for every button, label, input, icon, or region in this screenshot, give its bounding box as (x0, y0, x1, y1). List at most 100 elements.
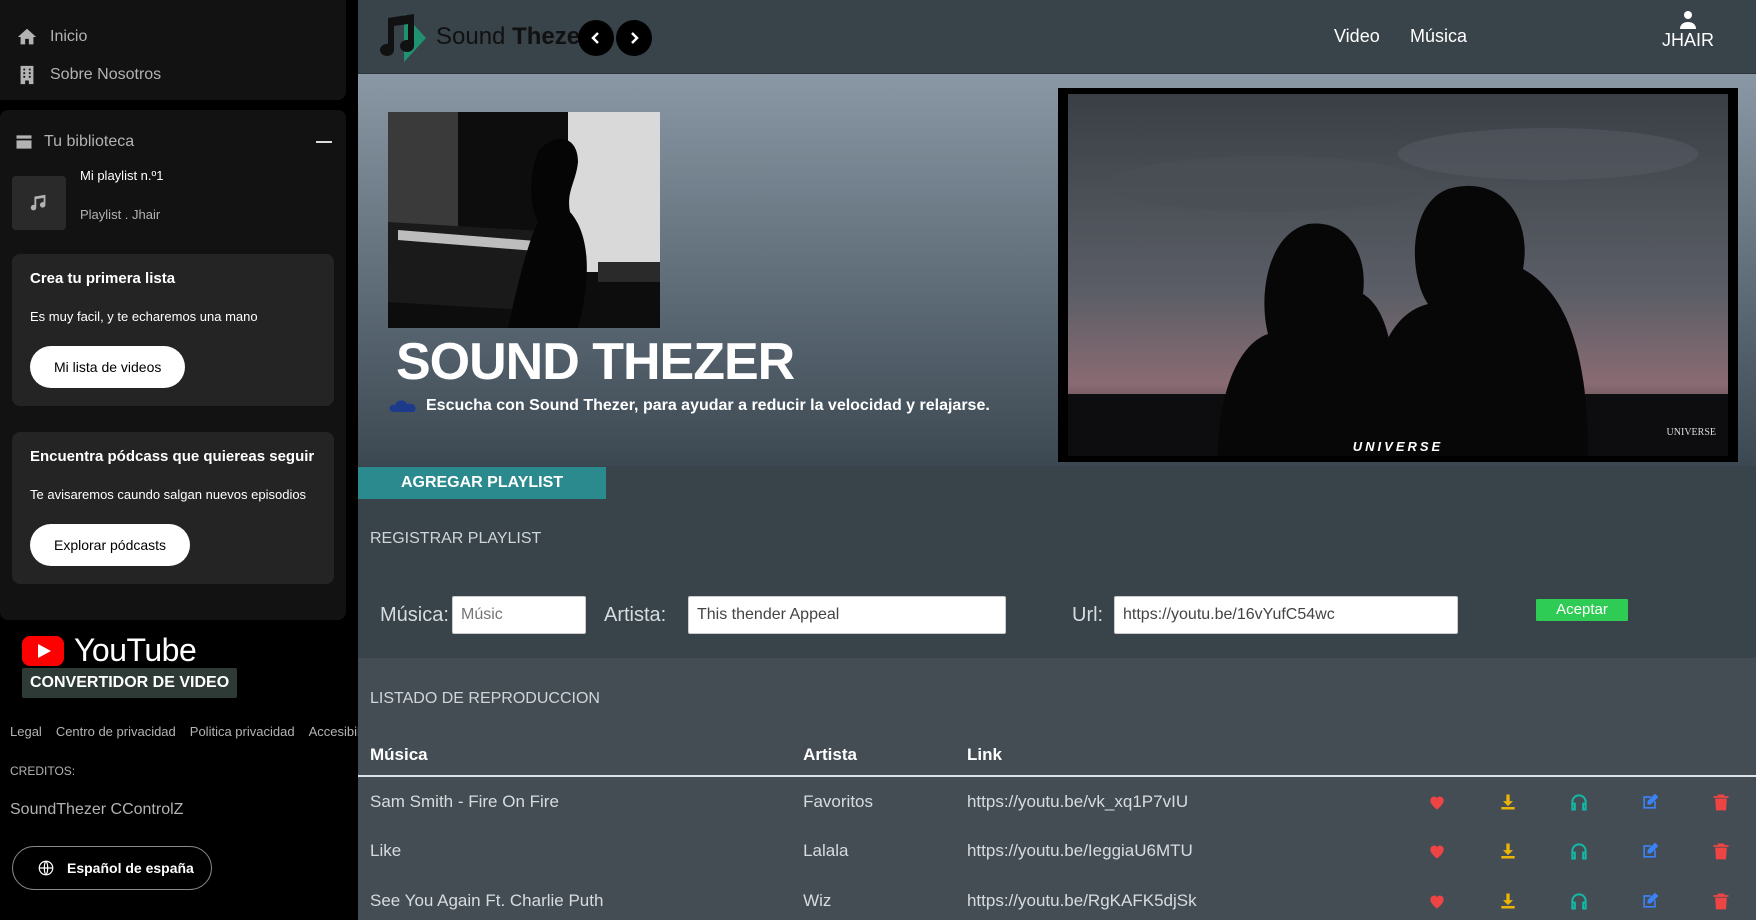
headphones-action[interactable] (1544, 826, 1615, 876)
nav-video-link[interactable]: Video (1334, 26, 1380, 47)
my-video-list-button[interactable]: Mi lista de videos (30, 346, 186, 388)
cell-link[interactable]: https://youtu.be/RgKAFK5djSk (967, 876, 1402, 920)
headphones-icon[interactable] (1569, 841, 1589, 861)
nav-item-sobre-nosotros[interactable]: Sobre Nosotros (0, 56, 346, 94)
download-icon[interactable] (1498, 792, 1518, 812)
privacy-policy-link[interactable]: Politica privacidad (190, 724, 295, 739)
music-logo-icon (380, 14, 426, 62)
heart-action[interactable] (1402, 876, 1473, 920)
chevron-right-icon (631, 32, 639, 44)
music-label: Música: (380, 604, 449, 626)
edit-action[interactable] (1614, 876, 1685, 920)
heart-action[interactable] (1402, 826, 1473, 876)
edit-icon[interactable] (1640, 792, 1660, 812)
artist-input[interactable] (688, 596, 1006, 634)
playlist-rows: Sam Smith - Fire On Fire Favoritos https:/… (358, 776, 1756, 920)
register-title: REGISTRAR PLAYLIST (370, 530, 542, 547)
download-action[interactable] (1473, 776, 1544, 826)
hero-subtitle-text: Escucha con Sound Thezer, para ayudar a … (426, 397, 990, 414)
edit-action[interactable] (1614, 826, 1685, 876)
heart-icon[interactable] (1427, 841, 1447, 861)
playlist-table: Música Artista Link Sam Smith - Fire On … (358, 734, 1756, 920)
cell-artist: Favoritos (803, 791, 874, 811)
download-icon[interactable] (1498, 841, 1518, 861)
video-player[interactable]: UNIVERSE UNIVERSE (1058, 88, 1738, 462)
video-converter-button[interactable]: CONVERTIDOR DE VIDEO (22, 668, 238, 698)
card-title: Crea tu primera lista (30, 270, 176, 287)
music-input[interactable] (452, 596, 586, 634)
table-row: Like Lalala https://youtu.be/IeggiaU6MTU (358, 826, 1756, 876)
trash-action[interactable] (1685, 876, 1756, 920)
list-title: LISTADO DE REPRODUCCION (370, 690, 600, 707)
nav-music-link[interactable]: Música (1410, 26, 1467, 47)
chevron-left-icon (591, 32, 599, 44)
hero-subtitle: Escucha con Sound Thezer, para ayudar a … (388, 396, 990, 416)
accessibility-link[interactable]: Accesibil (309, 724, 358, 739)
url-label: Url: (1072, 604, 1104, 626)
edit-icon[interactable] (1640, 841, 1660, 861)
privacy-center-link[interactable]: Centro de privacidad (56, 724, 176, 739)
url-input[interactable] (1114, 596, 1458, 634)
video-watermark: UNIVERSE (1666, 427, 1716, 438)
sidebar: Inicio Sobre Nosotros Tu biblioteca Mi p… (0, 0, 358, 920)
edit-action[interactable] (1614, 776, 1685, 826)
accept-button[interactable]: Aceptar (1536, 599, 1628, 621)
add-playlist-button[interactable]: AGREGAR PLAYLIST (358, 467, 606, 499)
artist-label: Artista: (604, 604, 667, 626)
trash-icon[interactable] (1711, 891, 1731, 911)
create-list-card: Crea tu primera lista Es muy facil, y te… (12, 254, 334, 406)
library-header[interactable]: Tu biblioteca (14, 132, 332, 152)
nav-item-inicio[interactable]: Inicio (0, 18, 346, 56)
globe-icon (38, 860, 54, 876)
cell-music: Sam Smith - Fire On Fire (370, 791, 559, 811)
heart-action[interactable] (1402, 776, 1473, 826)
collapse-icon[interactable] (316, 141, 332, 143)
playlist-name[interactable]: Mi playlist n.º1 (80, 168, 164, 183)
trash-action[interactable] (1685, 826, 1756, 876)
language-label: Español de españa (67, 860, 194, 876)
cell-link[interactable]: https://youtu.be/IeggiaU6MTU (967, 826, 1402, 876)
cell-link[interactable]: https://youtu.be/vk_xq1P7vIU (967, 776, 1402, 826)
credits-label: CREDITOS: (10, 764, 76, 778)
playlist-thumbnail[interactable] (12, 176, 66, 230)
sidebar-nav: Inicio Sobre Nosotros (0, 0, 346, 100)
trash-icon[interactable] (1711, 841, 1731, 861)
brand[interactable]: Sound Thezer (374, 10, 589, 64)
cell-music: See You Again Ft. Charlie Puth (370, 891, 604, 910)
headphones-icon[interactable] (1569, 792, 1589, 812)
download-action[interactable] (1473, 876, 1544, 920)
headphones-icon[interactable] (1569, 891, 1589, 911)
youtube-play-icon (22, 635, 64, 666)
download-action[interactable] (1473, 826, 1544, 876)
card-text: Te avisaremos caundo salgan nuevos episo… (30, 487, 307, 502)
heart-icon[interactable] (1427, 792, 1447, 812)
edit-icon[interactable] (1640, 891, 1660, 911)
nav-item-label: Sobre Nosotros (50, 66, 162, 83)
brand-part1: Sound (436, 23, 506, 50)
language-button[interactable]: Español de españa (12, 846, 212, 890)
cell-artist: Lalala (803, 841, 849, 860)
back-button[interactable] (578, 20, 614, 56)
header-artist: Artista (803, 734, 967, 777)
user-menu[interactable]: JHAIR (1662, 10, 1714, 51)
trash-icon[interactable] (1711, 792, 1731, 812)
hero-title: SOUND THEZER (396, 333, 795, 391)
forward-button[interactable] (616, 20, 652, 56)
cloud-icon (389, 400, 416, 412)
legal-links: Legal Centro de privacidad Politica priv… (10, 724, 358, 739)
main-content: Sound Thezer Video Música JHAIR SOUND TH… (358, 0, 1756, 920)
nav-item-label: Inicio (50, 28, 88, 45)
building-icon (20, 65, 34, 85)
legal-link[interactable]: Legal (10, 724, 42, 739)
download-icon[interactable] (1498, 891, 1518, 911)
headphones-action[interactable] (1544, 776, 1615, 826)
card-text: Es muy facil, y te echaremos una mano (30, 309, 258, 324)
explore-podcasts-button[interactable]: Explorar pódcasts (30, 524, 191, 566)
album-cover (388, 112, 660, 328)
heart-icon[interactable] (1427, 891, 1447, 911)
trash-action[interactable] (1685, 776, 1756, 826)
headphones-action[interactable] (1544, 876, 1615, 920)
register-form: Música: Artista: Url: Aceptar (358, 586, 1756, 656)
podcast-card: Encuentra pódcass que quiereas seguir Te… (12, 432, 334, 584)
header-actions (1685, 734, 1756, 777)
